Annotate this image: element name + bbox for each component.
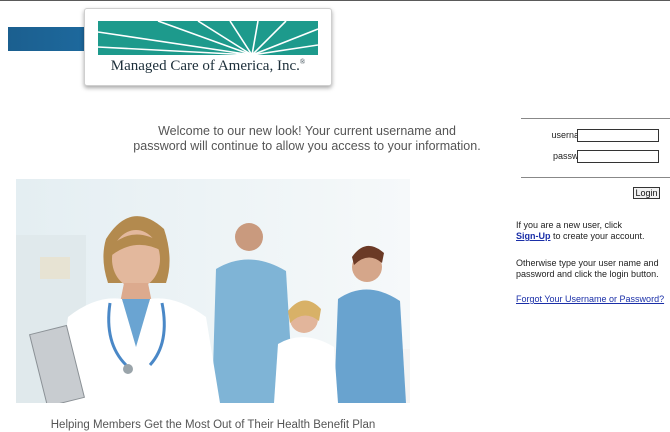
forgot-password-link[interactable]: Forgot Your Username or Password? (516, 294, 664, 304)
signup-link[interactable]: Sign-Up (516, 231, 551, 241)
hero-image (16, 179, 410, 403)
username-input[interactable] (577, 129, 659, 142)
login-button[interactable]: Login (633, 187, 660, 199)
company-name: Managed Care of America, Inc.® (110, 58, 306, 74)
password-input[interactable] (577, 150, 659, 163)
forgot-credentials: Forgot Your Username or Password? (516, 294, 670, 305)
login-form: username: password: (521, 118, 670, 178)
hero-caption: Helping Members Get the Most Out of Thei… (50, 419, 376, 431)
new-user-info: If you are a new user, click Sign-Up to … (516, 220, 645, 241)
company-logo[interactable]: Managed Care of America, Inc.® (84, 8, 332, 86)
login-instructions: Otherwise type your user name and passwo… (516, 258, 659, 279)
sunburst-logo-icon (98, 21, 318, 57)
top-divider (0, 0, 670, 1)
username-row: username: (521, 129, 670, 143)
welcome-message: Welcome to our new look! Your current us… (133, 124, 481, 153)
password-row: password: (521, 150, 670, 164)
medical-staff-illustration (16, 179, 410, 403)
